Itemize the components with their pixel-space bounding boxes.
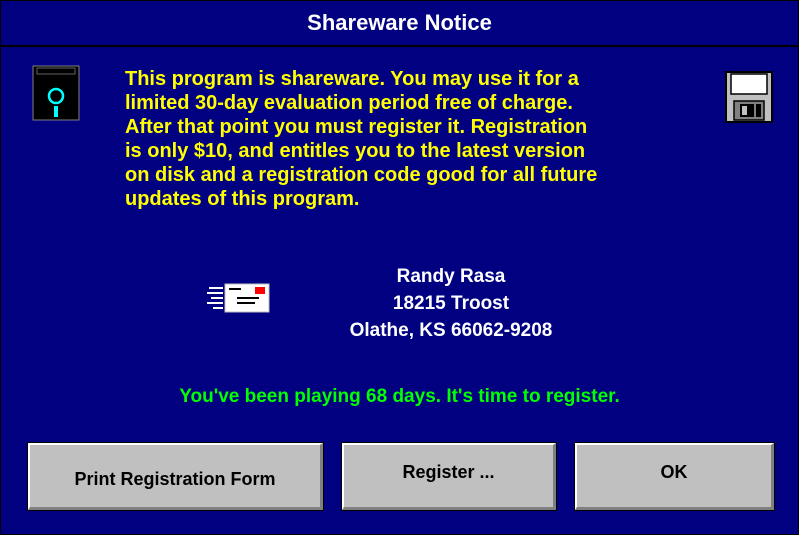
envelope-icon	[207, 283, 270, 313]
shareware-dialog: Shareware Notice This program is sharewa…	[0, 0, 799, 535]
notice-line: on disk and a registration code good for…	[125, 164, 598, 186]
register-button-label: Register ...	[402, 461, 495, 482]
address-city: Olathe, KS 66062-9208	[349, 320, 553, 341]
shareware-notice-text: This program is shareware. You may use i…	[125, 67, 695, 211]
days-played-status: You've been playing 68 days. It's time t…	[179, 386, 620, 407]
notice-line: is only $10, and entitles you to the lat…	[125, 140, 586, 162]
notice-line: limited 30-day evaluation period free of…	[125, 92, 573, 114]
mailing-address: Randy Rasa 18215 Troost Olathe, KS 66062…	[301, 263, 601, 344]
notice-line: This program is shareware. You may use i…	[125, 68, 579, 90]
dialog-title: Shareware Notice	[307, 10, 492, 35]
floppy-disk-icon	[32, 65, 80, 121]
print-button-label: Print Registration Form	[74, 468, 276, 489]
notice-line: updates of this program.	[125, 188, 360, 210]
notice-line: After that point you must register it. R…	[125, 116, 588, 138]
address-street: 18215 Troost	[392, 293, 510, 314]
print-registration-form-button[interactable]: Print Registration Form	[27, 442, 324, 511]
ok-button[interactable]: OK	[574, 442, 775, 511]
title-bar: Shareware Notice	[1, 1, 798, 47]
floppy-disk-icon	[725, 71, 773, 123]
address-name: Randy Rasa	[396, 266, 506, 287]
ok-button-label: OK	[660, 461, 688, 482]
register-button[interactable]: Register ...	[341, 442, 557, 511]
